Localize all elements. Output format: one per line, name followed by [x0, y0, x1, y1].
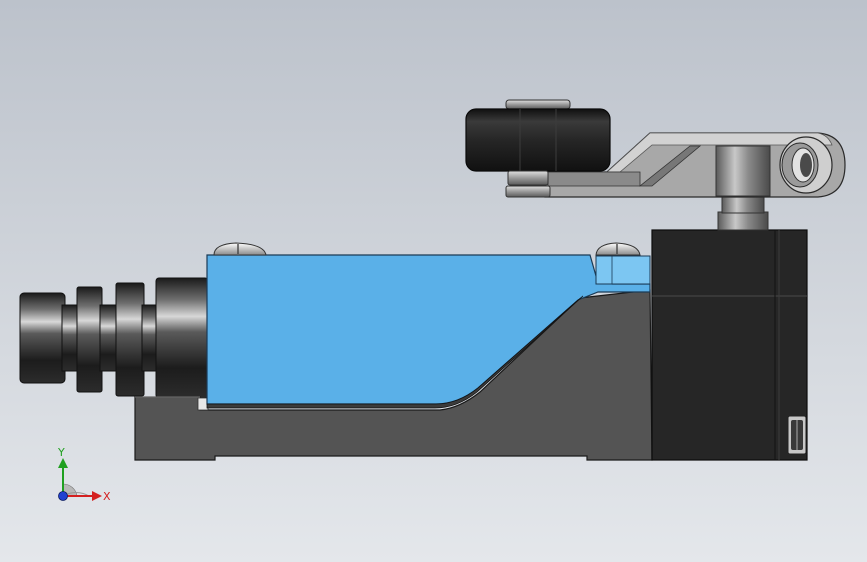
cable-gland	[19, 277, 209, 399]
y-arrowhead-icon	[58, 458, 68, 468]
z-axis-dot-icon	[58, 491, 68, 501]
limit-switch-model: Y X	[19, 99, 846, 503]
head-screw-icon	[787, 415, 807, 455]
y-axis-label: Y	[57, 446, 65, 459]
cad-viewport[interactable]: Y X	[0, 0, 867, 562]
x-arrowhead-icon	[92, 491, 102, 501]
screw-head-right	[595, 242, 641, 256]
screw-head-left	[213, 242, 267, 256]
actuator-head-block	[651, 229, 808, 461]
coordinate-triad: Y X	[57, 446, 111, 503]
x-axis-label: X	[103, 490, 111, 503]
